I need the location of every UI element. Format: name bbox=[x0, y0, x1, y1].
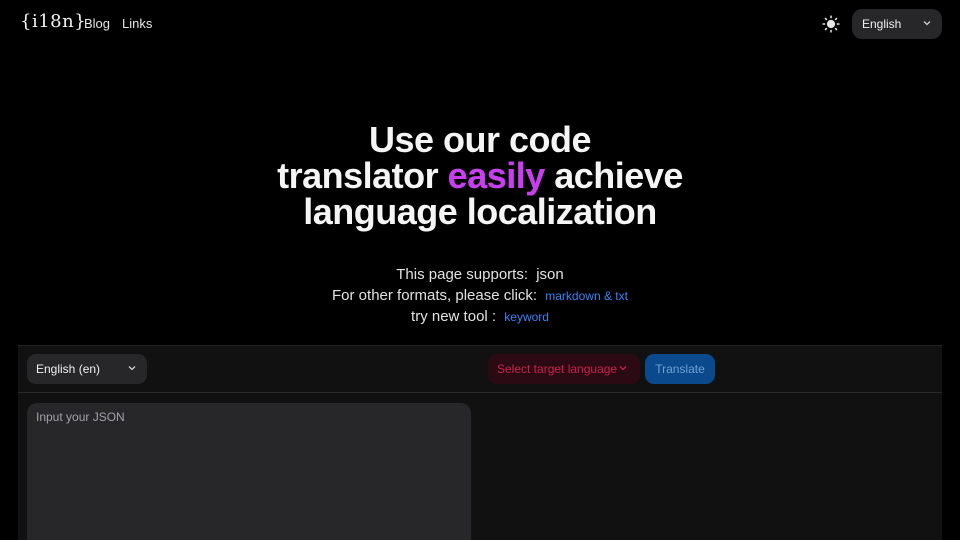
keyword-tool-link[interactable]: keyword bbox=[504, 310, 549, 324]
other-formats-label: For other formats, please click: bbox=[332, 287, 538, 304]
sun-icon bbox=[822, 15, 840, 33]
other-formats-line: For other formats, please click: markdow… bbox=[0, 287, 960, 304]
site-logo[interactable]: {i18n} bbox=[20, 11, 86, 32]
hero-line-2-post: achieve bbox=[544, 155, 683, 196]
supports-format: json bbox=[536, 266, 564, 283]
new-tool-line: try new tool : keyword bbox=[0, 308, 960, 325]
nav-link-blog[interactable]: Blog bbox=[84, 16, 110, 31]
theme-toggle-button[interactable] bbox=[820, 13, 842, 35]
source-language-select[interactable]: English (en) bbox=[27, 354, 147, 384]
chevron-down-icon bbox=[923, 21, 931, 26]
translation-output bbox=[480, 403, 935, 540]
json-input[interactable] bbox=[27, 403, 471, 540]
target-language-select[interactable]: Select target language bbox=[488, 354, 640, 384]
supports-label: This page supports: bbox=[396, 266, 529, 283]
markdown-txt-link[interactable]: markdown & txt bbox=[545, 289, 628, 303]
hero-line-2-pre: translator bbox=[277, 155, 448, 196]
target-language-placeholder: Select target language bbox=[497, 362, 618, 376]
language-select-value: English bbox=[862, 17, 902, 31]
nav-link-links[interactable]: Links bbox=[122, 16, 152, 31]
chevron-down-icon bbox=[128, 366, 136, 371]
header: {i18n} Blog Links English bbox=[0, 0, 960, 48]
translate-button[interactable]: Translate bbox=[645, 354, 715, 384]
hero-line-2: translator easily achieve bbox=[0, 158, 960, 194]
hero-line-1: Use our code bbox=[368, 119, 592, 160]
hero-line-3: language localization bbox=[303, 191, 657, 232]
new-tool-label: try new tool : bbox=[411, 308, 497, 325]
language-select[interactable]: English bbox=[852, 9, 942, 39]
hero-title: Use our code translator easily achieve l… bbox=[0, 122, 960, 230]
hero-accent-word: easily bbox=[447, 155, 546, 196]
source-language-value: English (en) bbox=[36, 362, 101, 376]
chevron-down-icon bbox=[619, 366, 627, 371]
toolbar-divider bbox=[18, 392, 942, 393]
supports-line: This page supports: json bbox=[0, 266, 960, 283]
